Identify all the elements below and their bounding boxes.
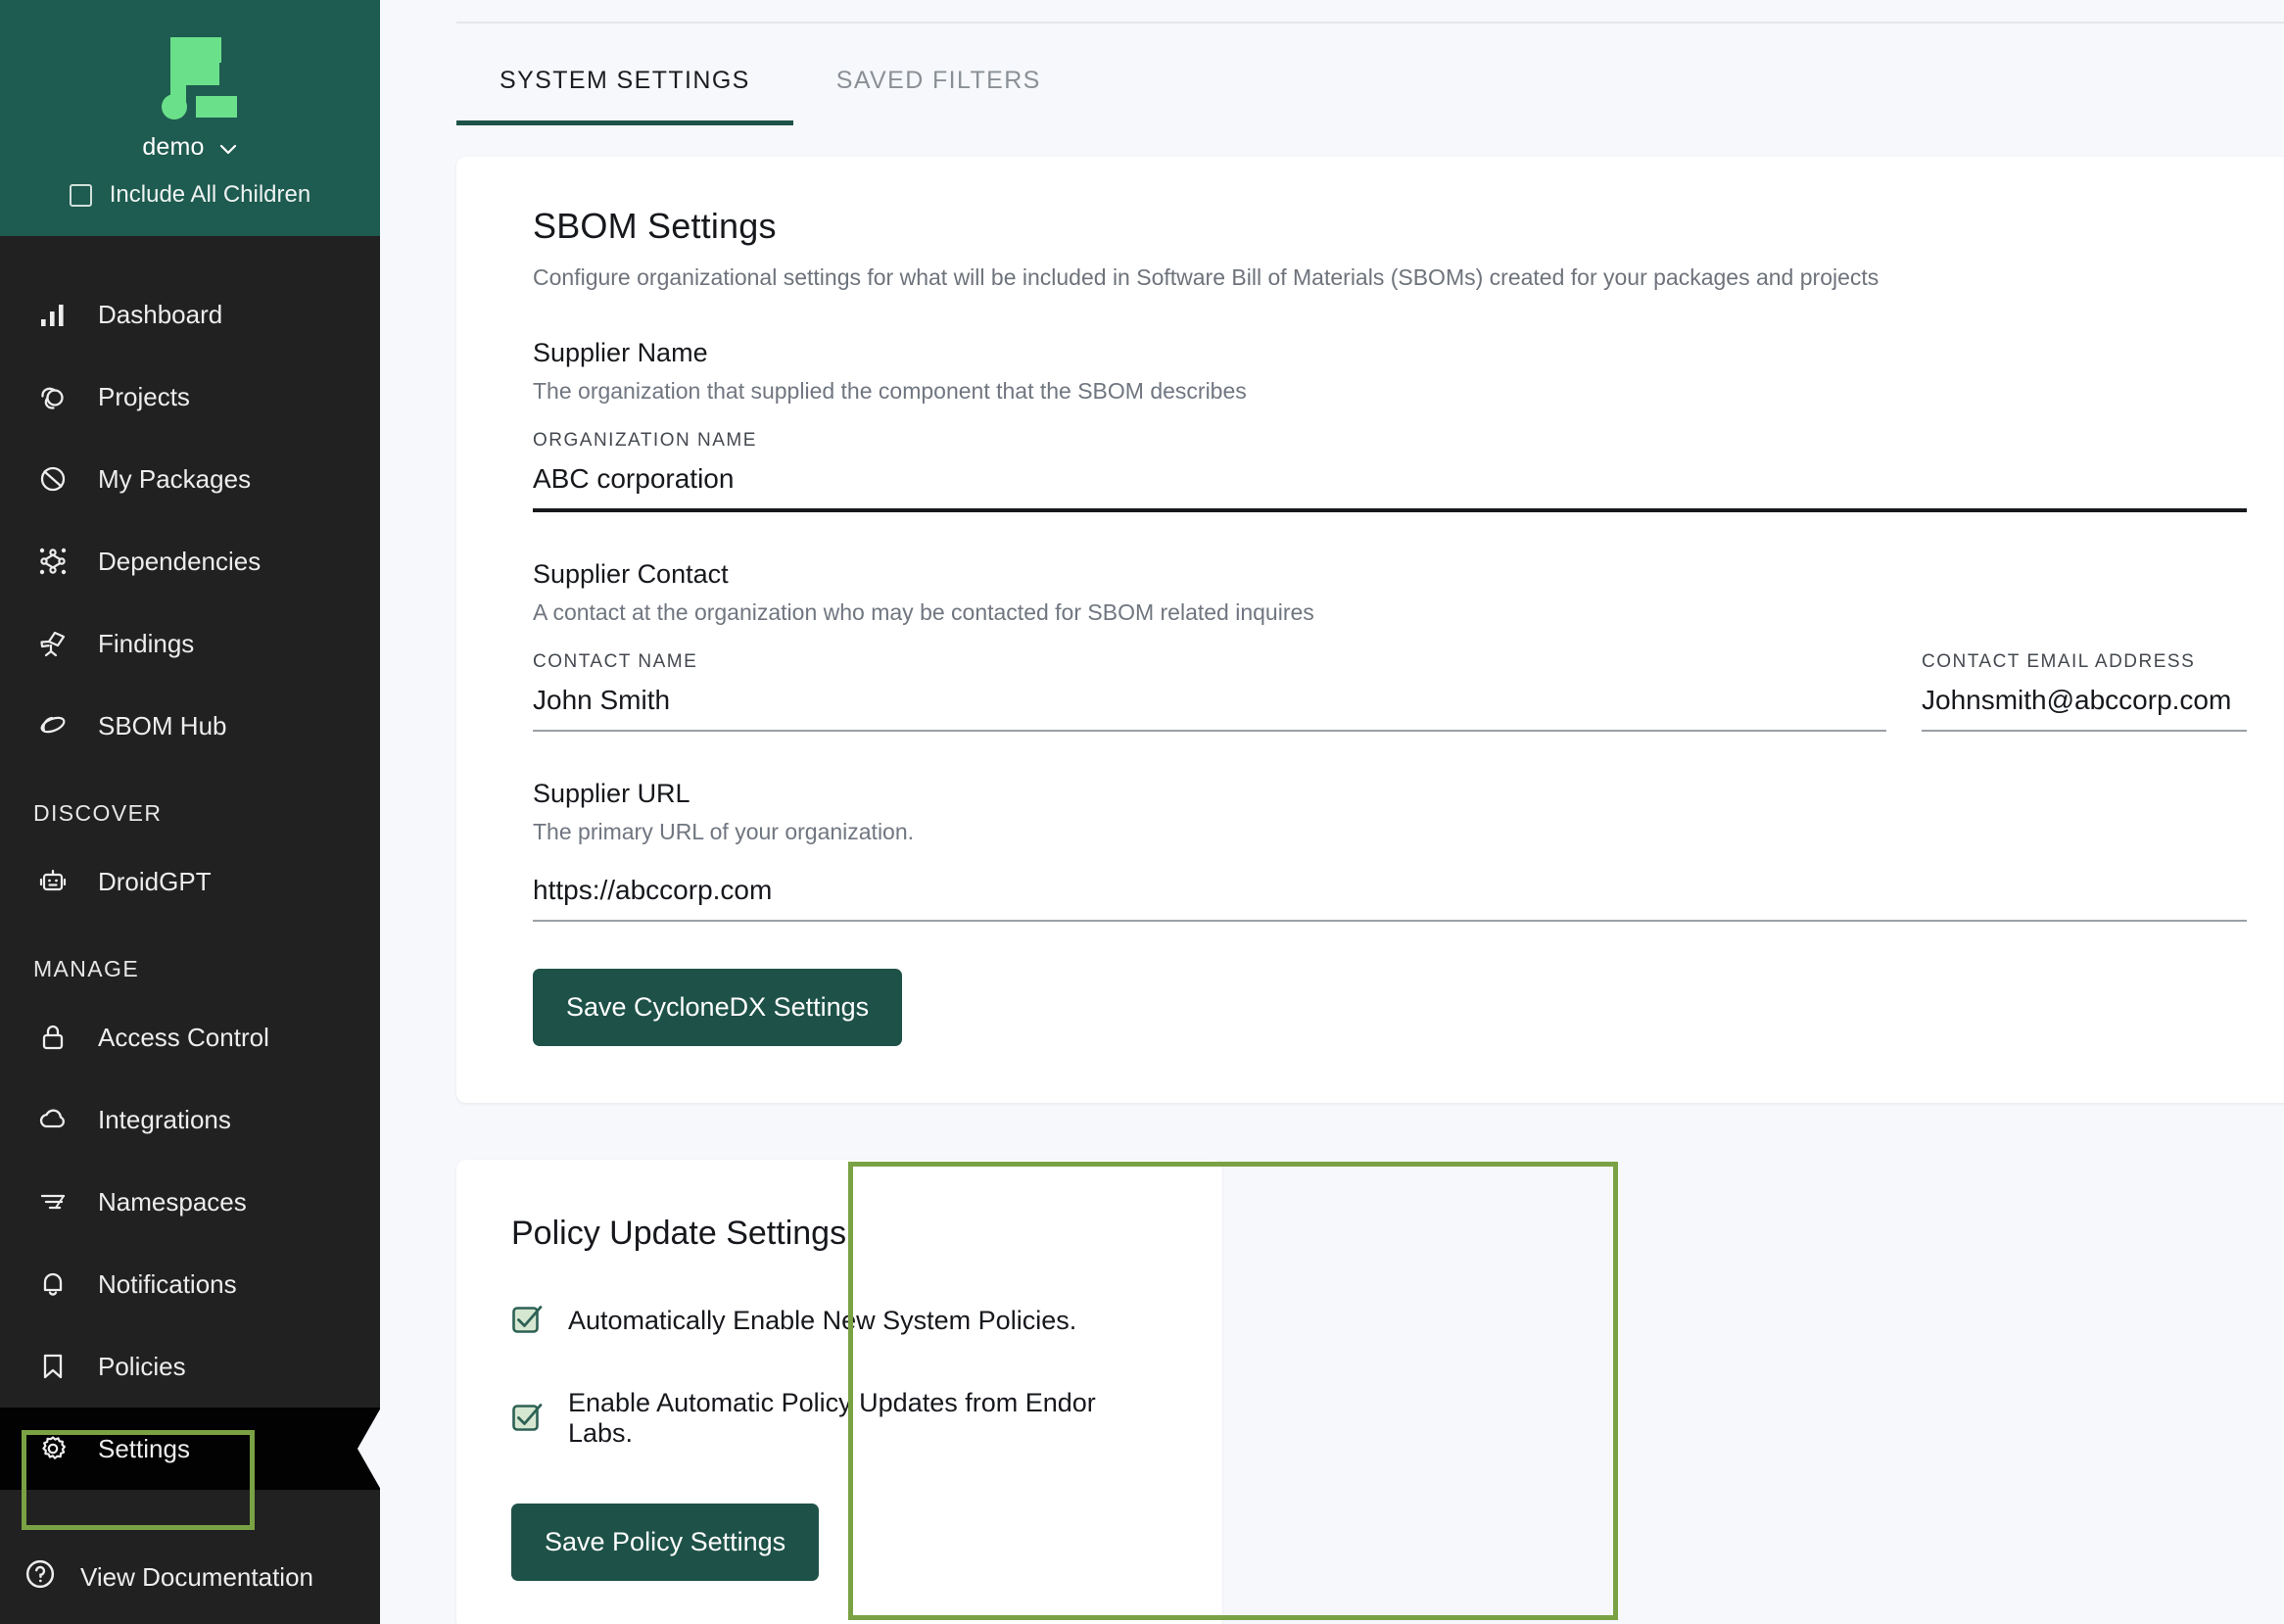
organization-name-input[interactable]: ABC corporation <box>533 452 2247 508</box>
supplier-name-description: The organization that supplied the compo… <box>533 378 1247 404</box>
sidebar: demo Include All Children Dashboard Proj… <box>0 0 380 1624</box>
contact-name-label: CONTACT NAME <box>533 651 698 672</box>
bell-icon <box>33 1265 72 1304</box>
sidebar-item-label: Notifications <box>98 1268 237 1299</box>
policy-card-title: Policy Update Settings <box>511 1215 847 1252</box>
view-documentation-link[interactable]: View Documentation <box>0 1530 380 1624</box>
sidebar-nav: Dashboard Projects My Packages Dependenc… <box>0 236 380 1530</box>
include-all-children-label: Include All Children <box>109 181 311 208</box>
sidebar-item-label: DroidGPT <box>98 866 212 896</box>
contact-name-input[interactable]: John Smith <box>533 673 1886 730</box>
supplier-contact-title: Supplier Contact <box>533 559 729 589</box>
supplier-name-title: Supplier Name <box>533 338 708 367</box>
page-subtitle: Configure organizational settings for wh… <box>533 264 1880 290</box>
save-cyclonedx-settings-button[interactable]: Save CycloneDX Settings <box>533 969 903 1046</box>
contact-name-field: CONTACT NAME John Smith <box>533 626 1886 732</box>
sidebar-item-access-control[interactable]: Access Control <box>0 996 380 1078</box>
dependency-graph-icon <box>33 542 72 581</box>
sidebar-section-manage: MANAGE <box>33 956 140 981</box>
sbom-settings-card: SBOM Settings Configure organizational s… <box>456 157 2284 1103</box>
checkbox-checked-icon[interactable] <box>511 1402 545 1435</box>
org-header: demo Include All Children <box>0 0 380 236</box>
help-circle-icon <box>22 1555 59 1600</box>
gear-icon <box>33 1429 72 1468</box>
sidebar-item-label: Namespaces <box>98 1186 247 1217</box>
contact-email-input[interactable]: Johnsmith@abccorp.com <box>1922 673 2247 730</box>
sidebar-item-my-packages[interactable]: My Packages <box>0 438 380 520</box>
checkbox-unchecked-icon[interactable] <box>69 183 92 207</box>
bookmark-icon <box>33 1347 72 1386</box>
contact-name-underline <box>533 730 1886 732</box>
sidebar-item-sbom-hub[interactable]: SBOM Hub <box>0 685 380 767</box>
projects-spiral-icon <box>33 377 72 416</box>
telescope-icon <box>33 624 72 663</box>
supplier-url-section: Supplier URL The primary URL of your org… <box>533 779 2247 922</box>
page-title: SBOM Settings <box>533 206 777 246</box>
sidebar-item-label: Findings <box>98 628 195 658</box>
sidebar-item-droidgpt[interactable]: DroidGPT <box>0 840 380 923</box>
sidebar-item-namespaces[interactable]: Namespaces <box>0 1161 380 1243</box>
sidebar-item-label: Projects <box>98 381 190 411</box>
lock-icon <box>33 1018 72 1057</box>
view-documentation-label: View Documentation <box>80 1561 313 1592</box>
supplier-name-section: Supplier Name The organization that supp… <box>533 338 2247 512</box>
policy-checkbox-label: Automatically Enable New System Policies… <box>568 1305 1077 1335</box>
tab-bar: SYSTEM SETTINGS SAVED FILTERS <box>380 59 2284 125</box>
include-all-children-toggle[interactable]: Include All Children <box>69 181 311 209</box>
sidebar-item-label: Integrations <box>98 1104 231 1134</box>
sidebar-item-dependencies[interactable]: Dependencies <box>0 520 380 602</box>
policy-checkbox-label: Enable Automatic Policy Updates from End… <box>568 1388 1096 1448</box>
sidebar-item-projects[interactable]: Projects <box>0 356 380 438</box>
org-selector[interactable]: demo <box>142 133 237 162</box>
sidebar-item-findings[interactable]: Findings <box>0 602 380 685</box>
sidebar-item-label: Policies <box>98 1351 186 1381</box>
sidebar-item-label: Dependencies <box>98 546 262 576</box>
saturn-icon <box>33 706 72 745</box>
supplier-url-title: Supplier URL <box>533 779 690 808</box>
supplier-url-input[interactable]: https://abccorp.com <box>533 845 2247 920</box>
org-name-label: demo <box>142 133 205 161</box>
policy-checkbox-row-auto-enable[interactable]: Automatically Enable New System Policies… <box>511 1304 1167 1337</box>
sidebar-item-label: Access Control <box>98 1022 269 1052</box>
sidebar-item-label: SBOM Hub <box>98 710 227 740</box>
sidebar-item-label: Settings <box>98 1433 190 1463</box>
checkbox-checked-icon[interactable] <box>511 1304 545 1337</box>
contact-email-underline <box>1922 730 2247 732</box>
sidebar-item-policies[interactable]: Policies <box>0 1325 380 1408</box>
supplier-contact-description: A contact at the organization who may be… <box>533 599 1314 625</box>
save-policy-settings-button[interactable]: Save Policy Settings <box>511 1504 820 1581</box>
contact-email-field: CONTACT EMAIL ADDRESS Johnsmith@abccorp.… <box>1922 626 2247 732</box>
supplier-contact-section: Supplier Contact A contact at the organi… <box>533 559 2247 732</box>
chevron-down-icon <box>218 138 238 158</box>
bar-chart-icon <box>33 295 72 334</box>
endor-logo-icon <box>153 37 237 119</box>
sidebar-item-dashboard[interactable]: Dashboard <box>0 273 380 356</box>
policy-checkbox-row-auto-updates[interactable]: Enable Automatic Policy Updates from End… <box>511 1388 1167 1449</box>
sidebar-item-label: My Packages <box>98 463 252 494</box>
tab-system-settings[interactable]: SYSTEM SETTINGS <box>456 59 793 125</box>
app-root: demo Include All Children Dashboard Proj… <box>0 0 2284 1624</box>
contact-email-label: CONTACT EMAIL ADDRESS <box>1922 651 2196 672</box>
tabs-top-divider <box>456 22 2284 24</box>
policy-update-settings-card: Policy Update Settings Automatically Ena… <box>456 1160 1222 1624</box>
organization-name-label: ORGANIZATION NAME <box>533 430 757 451</box>
organization-name-underline <box>533 508 2247 512</box>
supplier-url-description: The primary URL of your organization. <box>533 819 915 844</box>
sidebar-item-integrations[interactable]: Integrations <box>0 1078 380 1161</box>
sidebar-section-discover: DISCOVER <box>33 800 163 826</box>
tabs-container: SYSTEM SETTINGS SAVED FILTERS <box>380 22 2284 125</box>
package-orbit-icon <box>33 459 72 499</box>
sidebar-item-notifications[interactable]: Notifications <box>0 1243 380 1325</box>
tab-saved-filters[interactable]: SAVED FILTERS <box>793 59 1084 125</box>
namespaces-icon <box>33 1182 72 1221</box>
cloud-icon <box>33 1100 72 1139</box>
supplier-url-underline <box>533 920 2247 922</box>
sidebar-item-label: Dashboard <box>98 299 223 329</box>
sidebar-item-settings[interactable]: Settings <box>0 1408 380 1490</box>
main-content: SYSTEM SETTINGS SAVED FILTERS SBOM Setti… <box>380 0 2284 1624</box>
robot-icon <box>33 862 72 901</box>
